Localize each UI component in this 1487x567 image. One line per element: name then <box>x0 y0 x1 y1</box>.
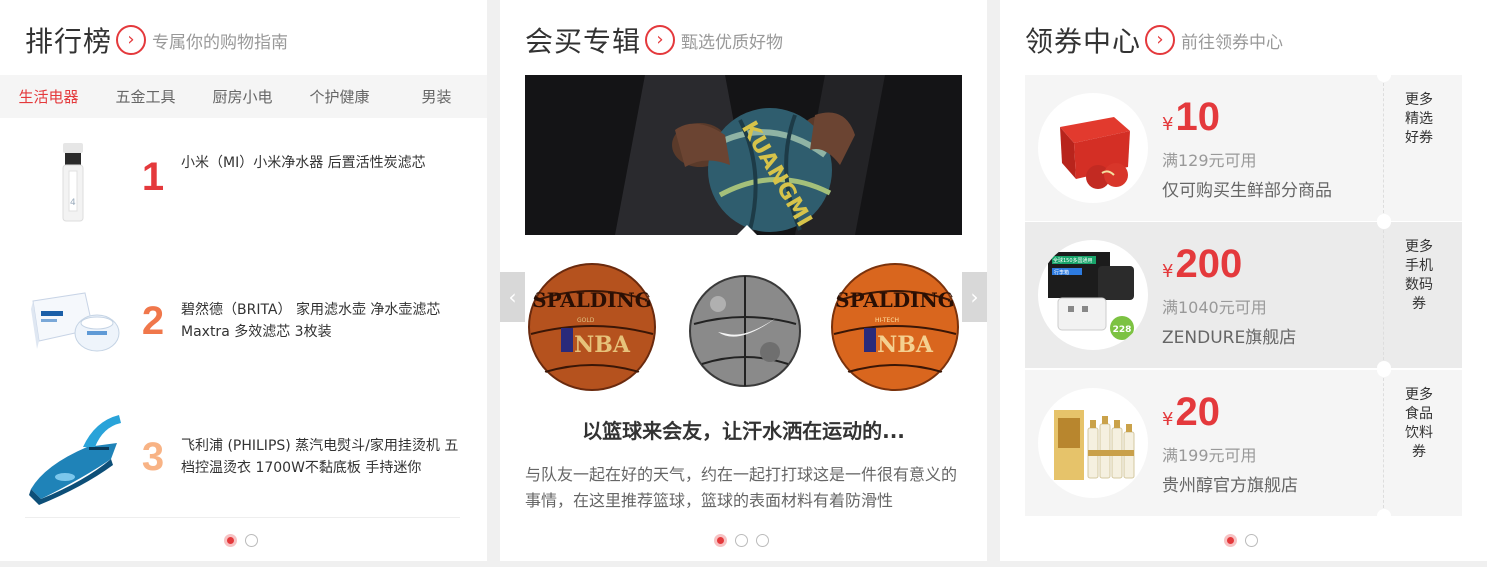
apple-box-icon <box>1038 93 1148 203</box>
water-filter-image[interactable]: 4 <box>25 127 125 227</box>
page-dot-2[interactable] <box>1245 534 1258 547</box>
liquor-set-icon <box>1038 388 1148 498</box>
water-pitcher-filter-image[interactable] <box>25 271 125 371</box>
album-title: 会买专辑 <box>525 25 642 58</box>
album-panel: 会买专辑 › 甄选优质好物 KUANGMI ‹ › SPALDING GOLD … <box>500 0 987 561</box>
divider <box>25 517 460 518</box>
album-headline[interactable]: 以篮球来会友，让汗水洒在运动的... <box>525 415 962 444</box>
svg-text:4: 4 <box>70 198 76 208</box>
coupon-separator <box>1383 378 1384 508</box>
ranking-panel: 排行榜 › 专属你的购物指南 生活电器 五金工具 厨房小电 个护健康 男装 4 … <box>0 0 487 561</box>
hero-pointer <box>737 225 757 235</box>
coupon-card-1[interactable]: ¥ 10 满129元可用 仅可购买生鲜部分商品 更多精选好券 <box>1025 68 1462 228</box>
more-coupons-link[interactable]: 更多手机数码券 <box>1405 238 1433 314</box>
adapter-tag-text: 行李箱 <box>1054 269 1069 276</box>
tab-personal-care[interactable]: 个护健康 <box>291 86 388 107</box>
power-adapter-icon: 全球150多国通用 行李箱 228 <box>1038 240 1148 350</box>
coupon-condition: 满1040元可用 <box>1162 298 1267 317</box>
currency-symbol: ¥ <box>1162 261 1174 282</box>
carousel-next-button[interactable]: › <box>962 272 987 322</box>
coupon-header[interactable]: 领券中心 › 前往领券中心 <box>1025 20 1283 60</box>
coupon-panel: 领券中心 › 前往领券中心 ¥ 10 满129元可用 仅可购买生鲜部分商品 更多… <box>1000 0 1487 561</box>
page-dot-2[interactable] <box>245 534 258 547</box>
rank-item-3[interactable]: 3 飞利浦 (PHILIPS) 蒸汽电熨斗/家用挂烫机 五档控温烫衣 1700W… <box>25 402 465 512</box>
adapter-banner-text: 全球150多国通用 <box>1053 257 1093 264</box>
more-coupons-link[interactable]: 更多食品饮料券 <box>1405 386 1433 462</box>
coupon-notch <box>1377 509 1391 523</box>
coupon-value: 20 <box>1175 390 1220 434</box>
coupon-scope: 仅可购买生鲜部分商品 <box>1162 181 1332 201</box>
nike-grey-ball-image[interactable] <box>688 274 802 388</box>
spalding-gold-ball-image[interactable]: SPALDING GOLD NBA <box>527 262 657 392</box>
ranking-header[interactable]: 排行榜 › 专属你的购物指南 <box>25 20 288 60</box>
album-header[interactable]: 会买专辑 › 甄选优质好物 <box>525 20 783 60</box>
coupon-value: 10 <box>1175 95 1220 139</box>
steam-iron-image[interactable] <box>25 407 125 507</box>
page-dot-2[interactable] <box>735 534 748 547</box>
coupon-card-3[interactable]: ¥ 20 满199元可用 贵州醇官方旗舰店 更多食品饮料券 <box>1025 363 1462 523</box>
tab-life-appliances[interactable]: 生活电器 <box>0 86 97 107</box>
adapter-price-text: 228 <box>1113 325 1132 335</box>
rank-number: 1 <box>141 154 165 199</box>
coupon-card-2[interactable]: 全球150多国通用 行李箱 228 ¥ 200 满1040元可用 ZENDURE… <box>1025 215 1462 375</box>
ranking-title: 排行榜 <box>25 25 113 58</box>
rank-number: 3 <box>141 434 165 479</box>
coupon-scope: 贵州醇官方旗舰店 <box>1162 476 1298 496</box>
more-coupons-link[interactable]: 更多精选好券 <box>1405 91 1433 148</box>
album-hero-image[interactable]: KUANGMI <box>525 75 962 235</box>
coupon-amount: ¥ 20 <box>1162 390 1220 435</box>
coupon-condition: 满129元可用 <box>1162 151 1257 170</box>
ranking-subtitle: 专属你的购物指南 <box>152 32 289 53</box>
chevron-right-icon[interactable]: › <box>645 25 676 55</box>
chevron-right-icon[interactable]: › <box>1145 25 1176 55</box>
coupon-separator <box>1383 83 1384 213</box>
ranking-pagination <box>224 534 258 547</box>
ranking-tabs: 生活电器 五金工具 厨房小电 个护健康 男装 <box>0 75 487 118</box>
rank-item-2[interactable]: 2 碧然德（BRITA） 家用滤水壶 净水壶滤芯 Maxtra 多效滤芯 3枚装 <box>25 266 465 376</box>
ball-nba-label: NBA <box>574 332 631 358</box>
coupon-amount: ¥ 200 <box>1162 242 1242 287</box>
chevron-right-icon[interactable]: › <box>116 25 147 55</box>
coupon-notch <box>1377 363 1391 377</box>
page-dot-3[interactable] <box>756 534 769 547</box>
tab-hardware-tools[interactable]: 五金工具 <box>97 86 194 107</box>
page-dot-1[interactable] <box>1224 534 1237 547</box>
coupon-notch <box>1377 215 1391 229</box>
album-subtitle: 甄选优质好物 <box>681 32 784 53</box>
coupon-subtitle: 前往领券中心 <box>1181 32 1284 53</box>
ball-sub-label: GOLD <box>577 317 595 324</box>
coupon-separator <box>1383 230 1384 360</box>
album-description: 与队友一起在好的天气，约在一起打打球这是一件很有意义的事情，在这里推荐篮球，篮球… <box>525 465 958 510</box>
ball-sub-label: HI-TECH <box>875 317 899 324</box>
currency-symbol: ¥ <box>1162 409 1174 430</box>
page-dot-1[interactable] <box>224 534 237 547</box>
rank-item-1[interactable]: 4 1 小米（MI）小米净水器 后置活性炭滤芯 <box>25 122 465 232</box>
ball-brand-label: SPALDING <box>532 288 652 312</box>
album-pagination <box>714 534 769 547</box>
coupon-value: 200 <box>1175 242 1243 286</box>
coupon-amount: ¥ 10 <box>1162 95 1220 140</box>
tab-menswear[interactable]: 男装 <box>388 86 485 107</box>
page-dot-1[interactable] <box>714 534 727 547</box>
spalding-hitech-ball-image[interactable]: SPALDING HI-TECH NBA <box>830 262 960 392</box>
coupon-scope: ZENDURE旗舰店 <box>1162 328 1297 348</box>
tab-kitchen-appliances[interactable]: 厨房小电 <box>194 86 291 107</box>
ball-nba-label: NBA <box>877 332 934 358</box>
carousel-prev-button[interactable]: ‹ <box>500 272 525 322</box>
rank-item-name[interactable]: 小米（MI）小米净水器 后置活性炭滤芯 <box>181 152 465 174</box>
coupon-notch <box>1377 68 1391 82</box>
currency-symbol: ¥ <box>1162 114 1174 135</box>
rank-item-name[interactable]: 飞利浦 (PHILIPS) 蒸汽电熨斗/家用挂烫机 五档控温烫衣 1700W不黏… <box>181 435 465 479</box>
coupon-pagination <box>1224 534 1258 547</box>
ball-brand-label: SPALDING <box>835 288 955 312</box>
rank-number: 2 <box>141 298 165 343</box>
coupon-condition: 满199元可用 <box>1162 446 1257 465</box>
rank-item-name[interactable]: 碧然德（BRITA） 家用滤水壶 净水壶滤芯 Maxtra 多效滤芯 3枚装 <box>181 299 465 343</box>
coupon-title: 领券中心 <box>1025 25 1142 58</box>
